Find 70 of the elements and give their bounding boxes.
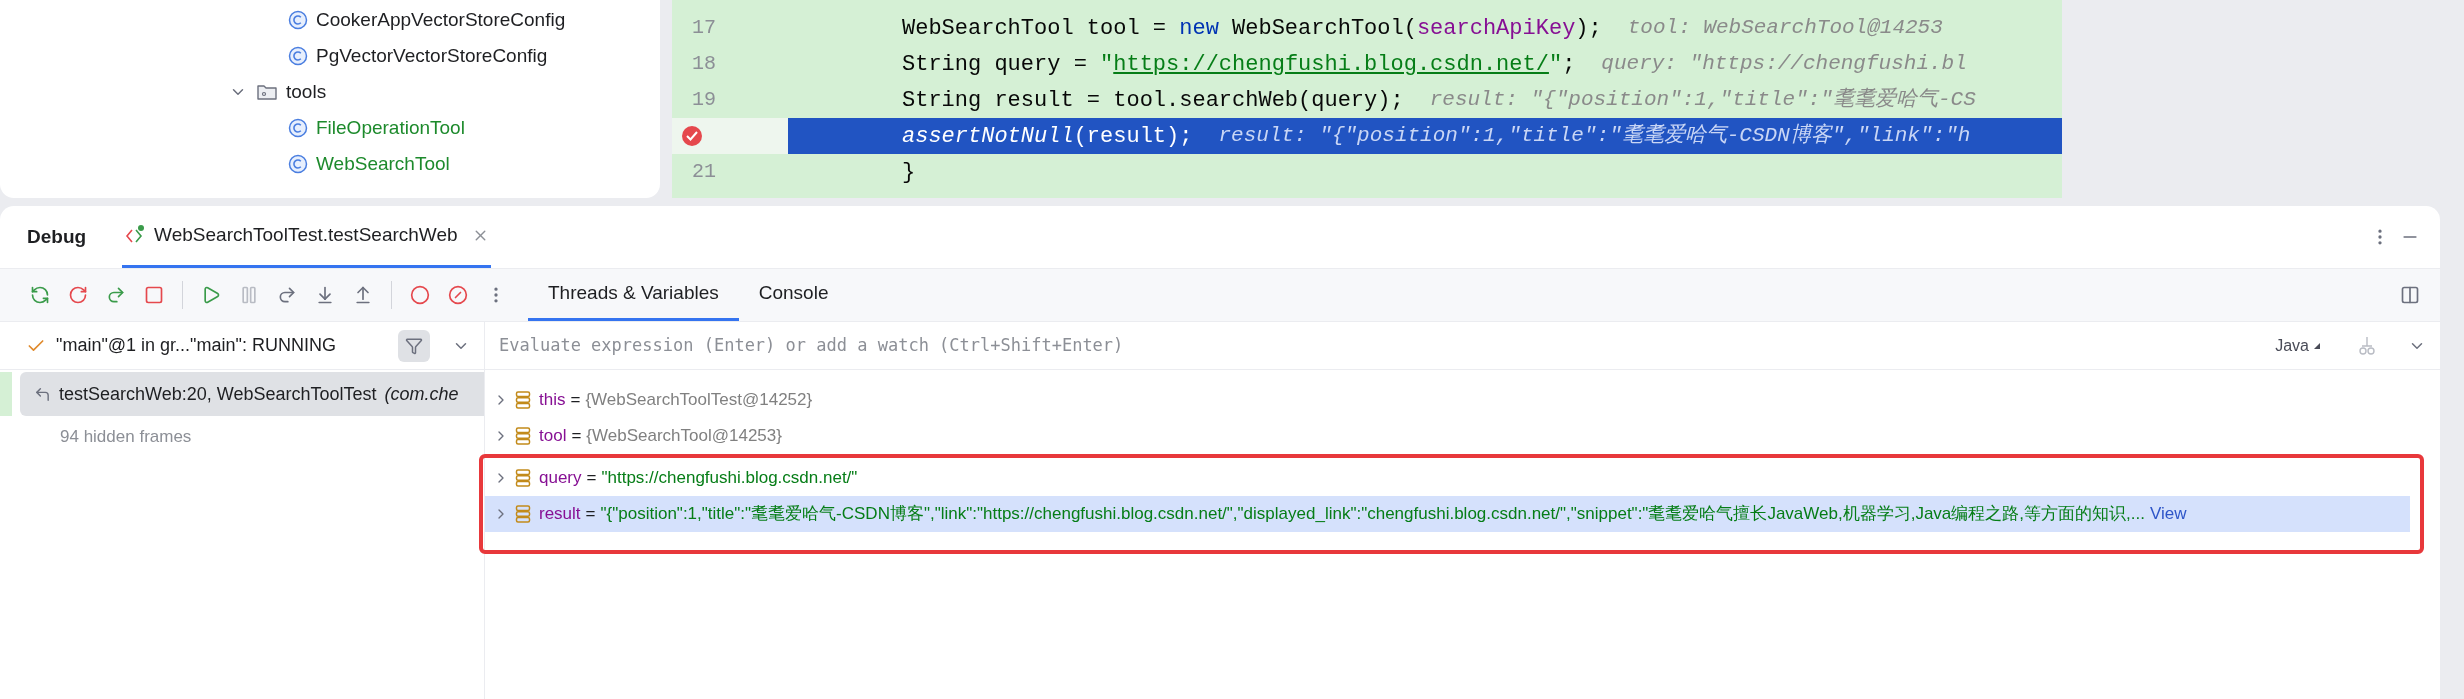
inline-value-hint: result: "{"position":1,"title":"耄耄爱哈气-CSDN博客","link":"h [1218,122,1971,150]
line-number: 21 [691,159,716,185]
variable-name: result [539,503,581,526]
code-line: assertNotNull(result); [902,122,1193,151]
tree-item[interactable]: CookerAppVectorStoreConfig [316,5,566,35]
class-icon [288,118,308,138]
line-number: 18 [691,51,716,77]
variable-value: "https://chengfushi.blog.csdn.net/" [601,467,858,490]
code-line: String result = tool.searchWeb(query); [902,86,1404,115]
variable-name: query [539,467,582,490]
breakpoint-icon[interactable] [680,124,704,148]
variable-row[interactable]: query = "https://chengfushi.blog.csdn.net/" [485,460,2410,496]
thread-selector[interactable]: "main"@1 in gr..."main": RUNNING [56,332,336,359]
variable-value: {WebSearchTool@14253} [586,425,782,448]
filter-icon [405,336,423,355]
evaluate-field[interactable]: Evaluate expression (Enter) or add a watch (Ctrl+Shift+Enter) [499,332,2276,359]
inline-value-hint: tool: WebSearchTool@14253 [1627,15,1943,42]
equals-sign: = [585,467,598,490]
step-into-icon[interactable] [315,285,335,305]
variable-name: this [539,389,566,412]
code-line: String query = "https://chengfushi.blog.csdn.net/"; [902,50,1576,79]
frame-label: testSearchWeb:20, WebSearchToolTest [59,382,377,406]
step-out-icon[interactable] [353,285,373,305]
stop-icon[interactable] [144,285,164,305]
panel-title: Debug [27,224,87,249]
class-icon [288,46,308,66]
tree-item[interactable]: PgVectorVectorStoreConfig [316,41,548,71]
code-line: WebSearchTool tool = new WebSearchTool(searchApiKey); [902,14,1602,43]
frame-package: (com.che [384,382,459,406]
field-icon [515,468,531,488]
equals-sign: = [584,503,597,526]
field-icon [515,504,531,524]
variable-row[interactable]: tool = {WebSearchTool@14253} [485,418,2424,454]
equals-sign: = [570,425,583,448]
inline-value-hint: query: "https://chengfushi.bl [1601,51,1967,78]
code-line: } [902,158,916,187]
filter-button[interactable] [398,329,430,362]
view-tab[interactable]: Threads & Variables [528,269,739,321]
class-icon [288,154,308,174]
tree-item[interactable]: tools [286,77,327,107]
step-over-icon[interactable] [277,285,297,305]
tree-item[interactable]: FileOperationTool [316,113,465,143]
language-selector[interactable]: Java [2275,333,2320,358]
mute-breakpoints-icon[interactable] [448,285,468,305]
line-number: 17 [691,15,716,41]
current-frame-marker [0,372,12,416]
variable-value: "{"position":1,"title":"耄耄爱哈气-CSDN博客","link":"https://chengfushi.blog.csdn.net/","displayed_link":"chengfushi.blog.csdn.net/","snippet":"耄耄爱哈气擅长JavaWeb,机器学习,Java编程之路,等方面的知识,... [600,503,2145,526]
equals-sign: = [569,389,582,412]
view-link[interactable]: View [2144,501,2187,527]
dropdown-triangle-icon [2313,342,2320,349]
variable-name: tool [539,425,567,448]
view-tab[interactable]: Console [738,269,849,321]
folder-icon [256,82,278,102]
variable-row[interactable]: result = "{"position":1,"title":"耄耄爱哈气-CSDN博客","link":"https://chengfushi.blog.csdn.net/","displayed_link":"chengfushi.blog.csdn.net/","snippet":"耄耄爱哈气擅长JavaWeb,机器学习,Java编程之路,等方面的知识,... View [485,496,2410,532]
restart-icon[interactable] [68,285,88,305]
resume-icon[interactable] [201,285,221,305]
rerun-icon[interactable] [30,285,50,305]
stack-frame[interactable]: testSearchWeb:20, WebSearchToolTest (com.che [20,372,484,416]
layout-icon[interactable] [2400,285,2420,305]
breakpoints-icon[interactable] [410,285,430,305]
variable-value: {WebSearchToolTest@14252} [585,389,813,412]
tree-item[interactable]: WebSearchTool [316,149,450,179]
field-icon [515,390,531,410]
inline-value-hint: result: "{"position":1,"title":"耄耄爱哈气-CS [1429,86,1976,114]
field-icon [515,426,531,446]
line-number: 19 [691,87,716,113]
return-arrow-icon [34,385,51,403]
hidden-frames-label: 94 hidden frames [60,426,193,448]
variable-row[interactable]: this = {WebSearchToolTest@14252} [485,382,2424,418]
class-icon [288,10,308,30]
